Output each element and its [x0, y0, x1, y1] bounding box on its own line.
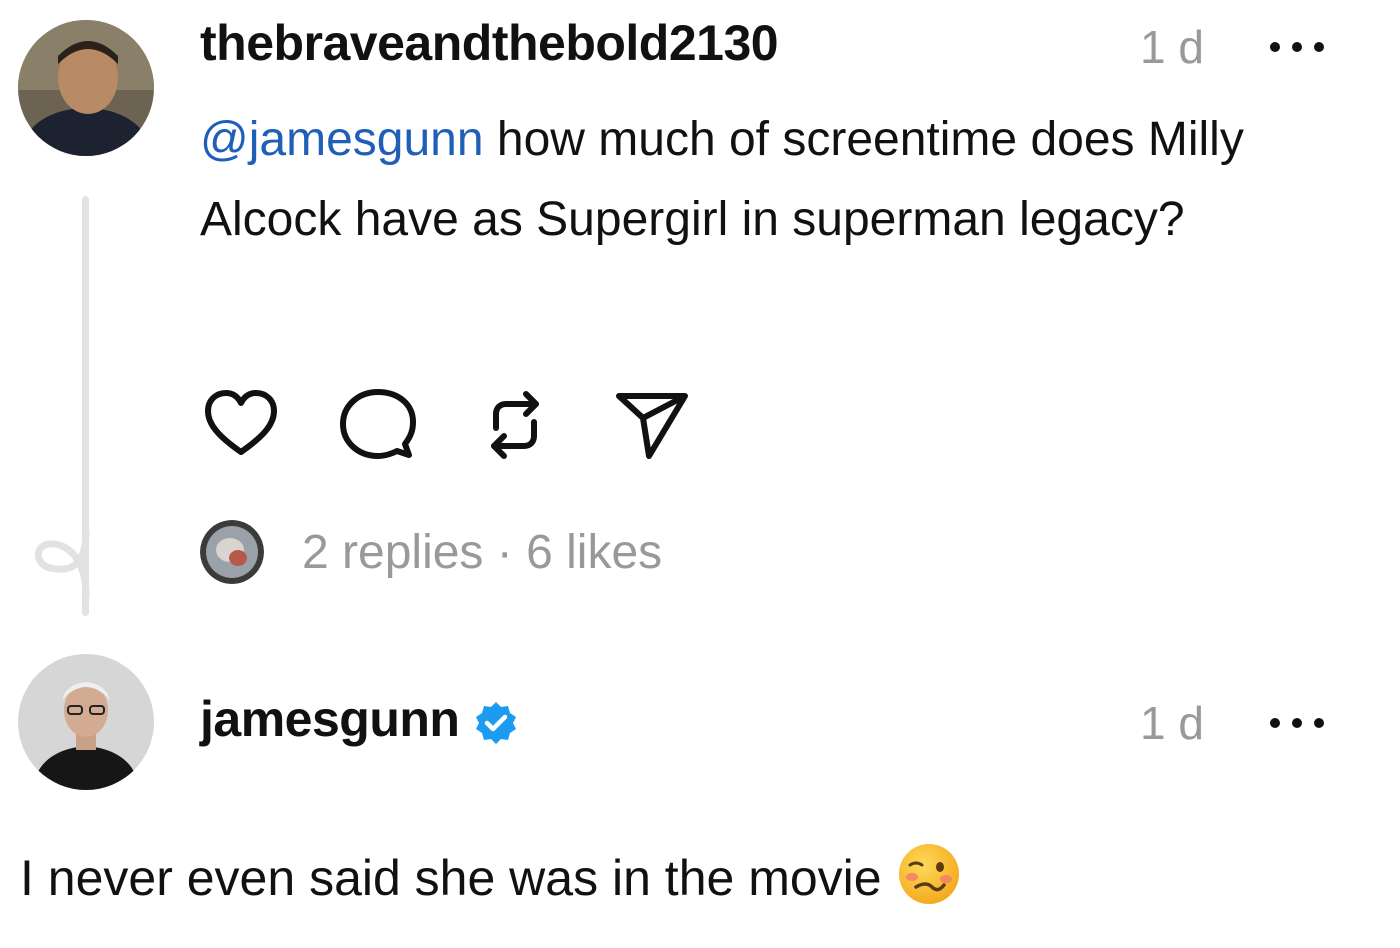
replier-avatar — [200, 520, 264, 584]
reply-body-text: I never even said she was in the movie — [20, 850, 882, 906]
reply-body: I never even said she was in the movie — [20, 838, 962, 918]
heart-icon[interactable] — [200, 384, 282, 466]
verified-badge-icon — [476, 701, 517, 744]
repost-icon[interactable] — [474, 384, 556, 466]
mention-link[interactable]: @jamesgunn — [200, 113, 484, 166]
thread-view: thebraveandthebold2130 1 d @jamesgunn ho… — [0, 0, 1400, 948]
reply-more-options-icon[interactable] — [1270, 716, 1324, 730]
comment-icon[interactable] — [337, 384, 419, 466]
post-actions — [200, 385, 748, 465]
replies-count[interactable]: 2 replies — [302, 525, 483, 580]
meta-separator: · — [483, 525, 527, 579]
share-icon[interactable] — [611, 384, 693, 466]
post-username[interactable]: thebraveandthebold2130 — [200, 14, 779, 72]
reply-timestamp: 1 d — [1140, 697, 1204, 749]
post-more-options-icon[interactable] — [1270, 40, 1324, 54]
post-body: @jamesgunn how much of screentime does M… — [200, 100, 1370, 260]
reply-username[interactable]: jamesgunn — [200, 691, 460, 747]
reply-username-row: jamesgunn — [200, 690, 519, 748]
post-timestamp: 1 d — [1140, 21, 1204, 73]
likes-count[interactable]: 6 likes — [526, 525, 662, 580]
thread-loop-connector — [35, 528, 90, 598]
reply-author-avatar[interactable] — [18, 654, 154, 790]
post-engagement: 2 replies · 6 likes — [200, 512, 662, 592]
woozy-face-emoji-icon — [898, 844, 959, 904]
author-avatar[interactable] — [18, 20, 154, 156]
